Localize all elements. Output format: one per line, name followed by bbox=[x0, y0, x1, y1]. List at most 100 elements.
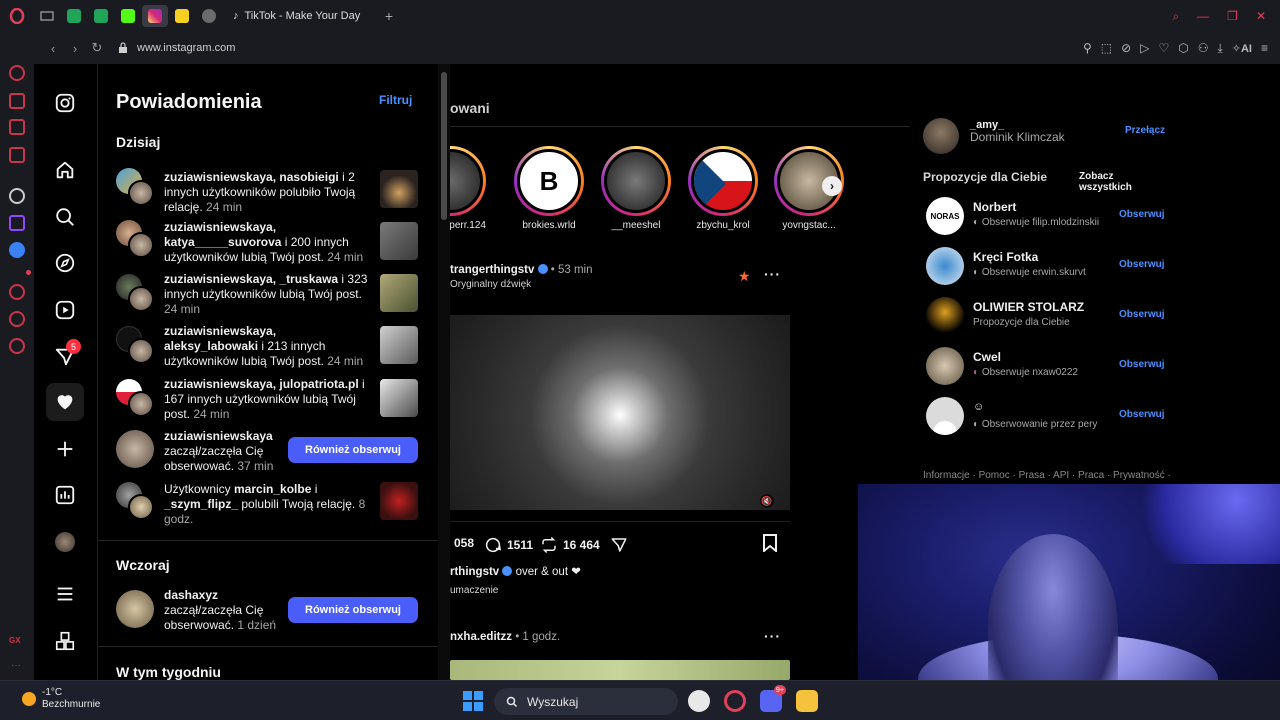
repost-count[interactable]: 16 464 bbox=[563, 538, 600, 552]
sidebar-m-icon[interactable] bbox=[9, 147, 25, 163]
minimize-button[interactable]: — bbox=[1197, 9, 1209, 23]
sidebar-gx-label[interactable]: GX bbox=[9, 636, 21, 645]
story-item[interactable]: zbychu_krol bbox=[688, 146, 758, 231]
home-icon[interactable] bbox=[54, 159, 76, 181]
tab-w-icon[interactable] bbox=[169, 5, 195, 27]
dashboard-icon[interactable] bbox=[54, 484, 76, 506]
post-audio[interactable]: Oryginalny dźwięk bbox=[450, 279, 780, 290]
search-icon[interactable] bbox=[54, 206, 76, 228]
aria-ai-button[interactable]: ✧AI bbox=[1232, 42, 1252, 55]
post-thumbnail[interactable] bbox=[380, 274, 418, 312]
post2-username[interactable]: nxha.editzz bbox=[450, 631, 512, 643]
sidebar-twitch-icon[interactable] bbox=[9, 215, 25, 231]
more-menu-icon[interactable] bbox=[54, 583, 76, 605]
switch-account-link[interactable]: Przełącz bbox=[1125, 125, 1165, 136]
scrollbar-thumb[interactable] bbox=[441, 72, 447, 220]
stories-next-button[interactable]: › bbox=[822, 176, 842, 196]
sidebar-messenger-icon[interactable] bbox=[9, 242, 25, 258]
post-more-icon[interactable]: ··· bbox=[764, 266, 781, 282]
suggestion-username[interactable]: Norbert bbox=[973, 200, 1016, 214]
post2-media[interactable] bbox=[450, 660, 790, 680]
taskbar-folder-icon[interactable] bbox=[796, 690, 818, 712]
taskbar-opera-icon[interactable] bbox=[724, 690, 746, 712]
snapshot-icon[interactable]: ⬚ bbox=[1101, 41, 1112, 55]
notification-user[interactable]: zuziawisniewskaya bbox=[164, 429, 273, 443]
sidebar-aria-icon[interactable] bbox=[9, 93, 25, 109]
story-item[interactable]: B brokies.wrld bbox=[514, 146, 584, 231]
threads-apps-icon[interactable] bbox=[54, 630, 76, 652]
notification-user[interactable]: marcin_kolbe bbox=[234, 482, 311, 496]
add-tab-button[interactable]: + bbox=[377, 5, 401, 27]
follow-link[interactable]: Obserwuj bbox=[1119, 409, 1165, 420]
notifications-heart-icon[interactable] bbox=[46, 383, 84, 421]
tab-chess-icon[interactable] bbox=[196, 5, 222, 27]
post-thumbnail[interactable] bbox=[380, 326, 418, 364]
follow-link[interactable]: Obserwuj bbox=[1119, 309, 1165, 320]
mute-icon[interactable]: 🔇 bbox=[760, 494, 774, 508]
post-username[interactable]: trangerthingstv bbox=[450, 264, 534, 276]
sidebar-news-icon[interactable] bbox=[9, 119, 25, 135]
notification-user[interactable]: zuziawisniewskaya, _truskawa bbox=[164, 272, 338, 286]
sidebar-opera-icon[interactable] bbox=[9, 65, 25, 81]
reload-icon[interactable]: ↻ bbox=[86, 40, 108, 56]
tab-tiktok[interactable]: ♪ TikTok - Make Your Day bbox=[223, 4, 373, 28]
post2-more-icon[interactable]: ··· bbox=[764, 628, 781, 644]
heart-icon[interactable]: ♡ bbox=[1158, 41, 1169, 55]
comment-count[interactable]: 1511 bbox=[507, 538, 533, 552]
sidebar-more-icon[interactable]: ··· bbox=[11, 660, 21, 671]
tab-manager-icon[interactable] bbox=[34, 5, 60, 27]
post-thumbnail[interactable] bbox=[380, 170, 418, 208]
create-plus-icon[interactable] bbox=[54, 438, 76, 460]
story-item[interactable]: cperr.124 bbox=[450, 146, 486, 231]
caption-user[interactable]: rthingstv bbox=[450, 566, 499, 578]
weather-widget[interactable]: -1°C Bezchmurnie bbox=[22, 687, 100, 711]
notification-user[interactable]: dashaxyz bbox=[164, 588, 218, 602]
opera-logo-icon[interactable] bbox=[0, 0, 34, 32]
notification-user[interactable]: zuziawisniewskaya, nasobieigi bbox=[164, 170, 339, 184]
post-thumbnail[interactable] bbox=[380, 222, 418, 260]
suggestion-avatar[interactable] bbox=[926, 247, 964, 285]
favorite-star-icon[interactable]: ★ bbox=[738, 268, 751, 285]
sidebar-settings-icon[interactable] bbox=[9, 338, 25, 354]
tab-sheets-icon[interactable] bbox=[61, 5, 87, 27]
feed-heading[interactable]: owani bbox=[450, 100, 490, 116]
profile-avatar-icon[interactable] bbox=[54, 531, 76, 553]
follow-link[interactable]: Obserwuj bbox=[1119, 259, 1165, 270]
bookmark-icon[interactable] bbox=[762, 534, 778, 557]
follow-back-button[interactable]: Również obserwuj bbox=[288, 597, 418, 623]
suggestion-username[interactable]: Kręci Fotka bbox=[973, 250, 1038, 264]
sidebar-history-icon[interactable] bbox=[9, 311, 25, 327]
taskbar-search[interactable]: Wyszukaj bbox=[494, 688, 678, 715]
menu-icon[interactable]: ≡ bbox=[1261, 41, 1268, 55]
post-video[interactable] bbox=[450, 315, 790, 510]
search-tabs-icon[interactable]: ⌕ bbox=[1172, 9, 1179, 24]
instagram-logo-icon[interactable] bbox=[54, 92, 76, 114]
share-icon[interactable] bbox=[610, 536, 628, 554]
restore-button[interactable]: ❐ bbox=[1227, 9, 1238, 23]
windows-start-icon[interactable] bbox=[463, 691, 483, 711]
follow-back-button[interactable]: Również obserwuj bbox=[288, 437, 418, 463]
close-button[interactable]: ✕ bbox=[1256, 9, 1266, 23]
adblock-icon[interactable]: ⊘ bbox=[1121, 41, 1131, 55]
extensions-icon[interactable]: ⬡ bbox=[1178, 41, 1188, 55]
tab-sheets2-icon[interactable] bbox=[88, 5, 114, 27]
suggestion-avatar[interactable] bbox=[926, 347, 964, 385]
sidebar-chatgpt-icon[interactable] bbox=[9, 188, 25, 204]
tab-instagram-icon[interactable] bbox=[142, 5, 168, 27]
sidebar-player-icon[interactable] bbox=[9, 284, 25, 300]
player-icon[interactable]: ▷ bbox=[1140, 41, 1149, 55]
suggestion-avatar[interactable] bbox=[926, 397, 964, 435]
comment-icon[interactable] bbox=[484, 536, 502, 554]
suggestion-avatar[interactable] bbox=[926, 297, 964, 335]
messages-icon[interactable]: 5 bbox=[54, 339, 81, 368]
repost-icon[interactable] bbox=[540, 536, 558, 554]
notification-user[interactable]: _szym_flipz_ bbox=[164, 497, 238, 511]
notification-user[interactable]: zuziawisniewskaya, katya_____suvorova bbox=[164, 220, 281, 249]
current-user-avatar[interactable] bbox=[923, 118, 959, 154]
like-count[interactable]: 058 bbox=[454, 536, 474, 550]
reels-icon[interactable] bbox=[54, 299, 76, 321]
suggestion-avatar[interactable]: NORAS bbox=[926, 197, 964, 235]
tab-kick-icon[interactable] bbox=[115, 5, 141, 27]
post-media[interactable]: 🔇 bbox=[450, 304, 790, 522]
profile-icon[interactable]: ⚇ bbox=[1198, 41, 1209, 55]
